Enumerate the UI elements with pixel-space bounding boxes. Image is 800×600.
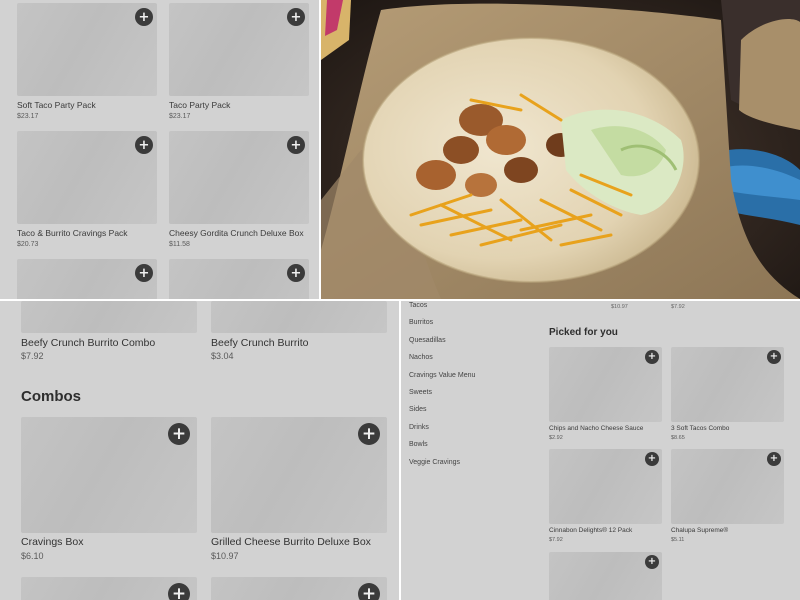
category-link[interactable]: Quesadillas bbox=[409, 337, 446, 344]
item-image-placeholder[interactable] bbox=[169, 259, 309, 299]
add-to-cart-button[interactable]: + bbox=[358, 423, 380, 445]
category-link[interactable]: Sweets bbox=[409, 389, 432, 396]
add-to-cart-button[interactable]: + bbox=[358, 583, 380, 600]
item-price: $7.92 bbox=[549, 537, 563, 543]
item-price: $23.17 bbox=[17, 113, 39, 120]
add-to-cart-button[interactable]: + bbox=[287, 264, 305, 282]
plus-icon: + bbox=[361, 583, 377, 600]
item-price: $23.17 bbox=[169, 113, 191, 120]
item-name[interactable]: 3 Soft Tacos Combo bbox=[671, 425, 729, 432]
item-name[interactable]: Beefy Crunch Burrito Combo bbox=[21, 337, 155, 349]
add-to-cart-button[interactable]: + bbox=[645, 350, 659, 364]
plus-icon: + bbox=[171, 423, 187, 444]
category-link[interactable]: Nachos bbox=[409, 354, 433, 361]
item-price: $7.92 bbox=[21, 351, 44, 361]
item-image-placeholder[interactable] bbox=[21, 301, 197, 333]
category-link[interactable]: Bowls bbox=[409, 441, 428, 448]
item-image-placeholder[interactable] bbox=[17, 259, 157, 299]
item-name[interactable]: Soft Taco Party Pack bbox=[17, 100, 96, 110]
item-name[interactable]: Cheesy Gordita Crunch Deluxe Box bbox=[169, 228, 304, 238]
item-price: $10.97 bbox=[211, 551, 239, 561]
paper-bag bbox=[739, 19, 800, 130]
category-link[interactable]: Drinks bbox=[409, 424, 429, 431]
item-name[interactable]: Chalupa Supreme® bbox=[671, 527, 728, 534]
section-heading-combos: Combos bbox=[21, 388, 81, 405]
plus-icon: + bbox=[647, 453, 657, 464]
item-price: $8.65 bbox=[671, 435, 685, 441]
add-to-cart-button[interactable]: + bbox=[767, 350, 781, 364]
taco-photo bbox=[321, 0, 800, 299]
plus-icon: + bbox=[171, 583, 187, 600]
item-price: $11.58 bbox=[169, 241, 190, 248]
item-name[interactable]: Grilled Cheese Burrito Deluxe Box bbox=[211, 536, 371, 548]
category-link[interactable]: Cravings Value Menu bbox=[409, 372, 475, 379]
plus-icon: + bbox=[138, 9, 150, 25]
item-price: $6.10 bbox=[21, 551, 44, 561]
item-price: $3.04 bbox=[211, 351, 234, 361]
item-price: $20.73 bbox=[17, 241, 39, 248]
item-name[interactable]: Cinnabon Delights® 12 Pack bbox=[549, 527, 632, 534]
taco-photo-illustration bbox=[321, 0, 800, 299]
category-link[interactable]: Veggie Cravings bbox=[409, 459, 460, 466]
add-to-cart-button[interactable]: + bbox=[645, 555, 659, 569]
item-name[interactable]: Taco Party Pack bbox=[169, 100, 230, 110]
add-to-cart-button[interactable]: + bbox=[135, 264, 153, 282]
add-to-cart-button[interactable]: + bbox=[168, 583, 190, 600]
plus-icon: + bbox=[290, 137, 302, 153]
add-to-cart-button[interactable]: + bbox=[645, 452, 659, 466]
category-link[interactable]: Burritos bbox=[409, 319, 433, 326]
plus-icon: + bbox=[138, 137, 150, 153]
item-price: $10.97 bbox=[611, 304, 628, 310]
plus-icon: + bbox=[290, 265, 302, 281]
add-to-cart-button[interactable]: + bbox=[135, 8, 153, 26]
item-price: $7.92 bbox=[671, 304, 685, 310]
category-link[interactable]: Tacos bbox=[409, 302, 427, 309]
item-price: $2.92 bbox=[549, 435, 563, 441]
item-name[interactable]: Taco & Burrito Cravings Pack bbox=[17, 228, 128, 238]
item-name[interactable]: Chips and Nacho Cheese Sauce bbox=[549, 425, 643, 432]
plus-icon: + bbox=[769, 351, 779, 362]
item-price: $5.11 bbox=[671, 537, 685, 543]
section-heading-picked-for-you: Picked for you bbox=[549, 327, 618, 338]
item-image-placeholder[interactable] bbox=[211, 301, 387, 333]
plus-icon: + bbox=[647, 556, 657, 567]
plus-icon: + bbox=[361, 423, 377, 444]
plus-icon: + bbox=[647, 351, 657, 362]
plus-icon: + bbox=[290, 9, 302, 25]
plus-icon: + bbox=[138, 265, 150, 281]
item-name[interactable]: Beefy Crunch Burrito bbox=[211, 337, 308, 349]
add-to-cart-button[interactable]: + bbox=[287, 8, 305, 26]
add-to-cart-button[interactable]: + bbox=[168, 423, 190, 445]
picked-for-you-panel: $10.97 $7.92 Tacos Burritos Quesadillas … bbox=[401, 301, 800, 600]
category-link[interactable]: Sides bbox=[409, 406, 427, 413]
add-to-cart-button[interactable]: + bbox=[287, 136, 305, 154]
add-to-cart-button[interactable]: + bbox=[135, 136, 153, 154]
party-packs-panel: + Soft Taco Party Pack $23.17 + Taco Par… bbox=[0, 0, 319, 299]
add-to-cart-button[interactable]: + bbox=[767, 452, 781, 466]
plus-icon: + bbox=[769, 453, 779, 464]
item-name[interactable]: Cravings Box bbox=[21, 536, 83, 548]
combos-panel: Beefy Crunch Burrito Combo $7.92 Beefy C… bbox=[0, 301, 399, 600]
